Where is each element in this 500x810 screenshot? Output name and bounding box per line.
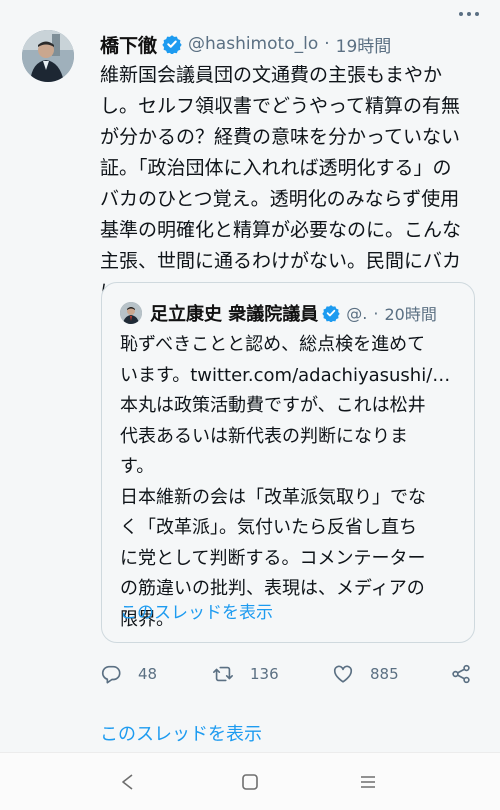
back-icon[interactable] — [113, 767, 143, 797]
reply-icon — [101, 665, 121, 684]
verified-badge-icon — [322, 305, 340, 322]
quoted-author-avatar — [120, 302, 142, 324]
author-avatar[interactable] — [22, 30, 74, 82]
share-button[interactable] — [450, 658, 472, 690]
verified-badge-icon — [162, 35, 182, 54]
author-name[interactable]: 橋下徹 — [100, 31, 157, 58]
reply-count: 48 — [138, 665, 158, 683]
header-separator: · — [324, 34, 330, 54]
quoted-handle: @. — [346, 303, 368, 323]
tweet-header: 橋下徹 @hashimoto_lo · 19時間 — [100, 30, 480, 58]
quoted-author-name: 足立康史 衆議院議員 — [150, 304, 319, 325]
quoted-separator: · — [373, 303, 379, 323]
tweet-actions: 48 136 885 — [100, 658, 480, 690]
more-dots-icon[interactable] — [458, 0, 480, 35]
quoted-tweet[interactable]: 足立康史 衆議院議員 @. · 20時間 恥ずべきことと認め、総点検を進めて い… — [101, 282, 475, 643]
quoted-text: 恥ずべきことと認め、総点検を進めて います。twitter.com/adachi… — [120, 334, 451, 630]
home-icon[interactable] — [235, 767, 265, 797]
tweet[interactable]: 橋下徹 @hashimoto_lo · 19時間 維新国会議員団の文通費の主張も… — [0, 0, 500, 752]
retweet-button[interactable]: 136 — [212, 658, 279, 690]
reply-button[interactable]: 48 — [100, 658, 157, 690]
retweet-count: 136 — [250, 665, 279, 683]
quoted-time: 20時間 — [384, 305, 437, 324]
tweet-text: 維新国会議員団の文通費の主張もまやか し。セルフ領収書でどうやって精算の有無 が… — [100, 64, 462, 303]
like-button[interactable]: 885 — [332, 658, 399, 690]
system-navigation-bar — [0, 752, 500, 810]
quoted-show-thread-link[interactable]: このスレッドを表示 — [120, 598, 273, 623]
retweet-icon — [213, 666, 233, 682]
tweet-time[interactable]: 19時間 — [336, 32, 392, 57]
share-icon — [452, 664, 470, 684]
quoted-header: 足立康史 衆議院議員 @. · 20時間 — [150, 299, 462, 327]
like-count: 885 — [370, 665, 399, 683]
like-icon — [333, 665, 353, 683]
show-thread-link[interactable]: このスレッドを表示 — [100, 720, 262, 746]
author-handle[interactable]: @hashimoto_lo — [188, 34, 318, 54]
recents-icon[interactable] — [353, 767, 383, 797]
